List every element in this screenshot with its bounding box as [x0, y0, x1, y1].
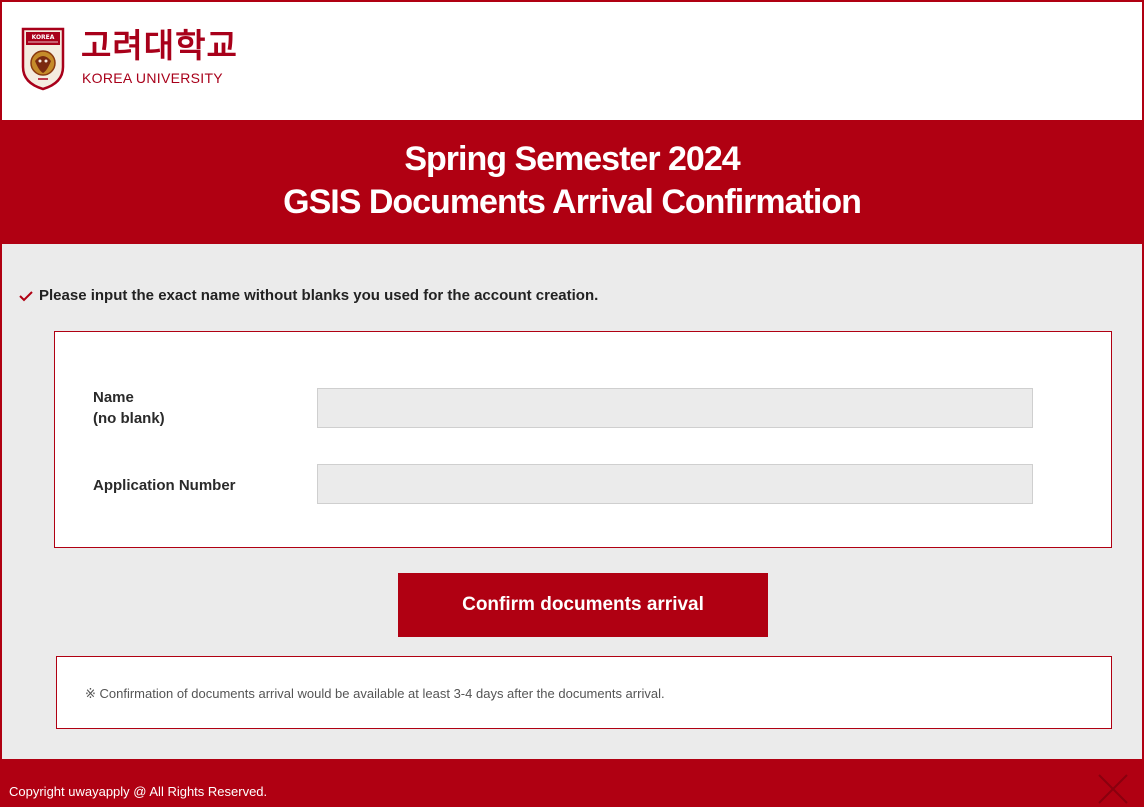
name-label-line2: (no blank) — [93, 410, 165, 427]
note-text: ※ Confirmation of documents arrival woul… — [85, 686, 665, 701]
instruction-text: Please input the exact name without blan… — [39, 287, 599, 304]
name-input[interactable] — [317, 388, 1033, 428]
copyright-text: Copyright uwayapply @ All Rights Reserve… — [9, 784, 268, 799]
title-banner: Spring Semester 2024 GSIS Documents Arri… — [2, 120, 1142, 244]
name-label-line1: Name — [93, 389, 134, 406]
confirmation-form: Name (no blank) Application Number — [54, 331, 1112, 548]
popup-frame: KOREA 고려대학교 KOREA UNIVERSITY Spring Seme… — [0, 0, 1144, 807]
application-number-label: Application Number — [93, 477, 236, 494]
instruction-notice: Please input the exact name without blan… — [19, 286, 598, 308]
logo-header: KOREA 고려대학교 KOREA UNIVERSITY — [2, 2, 1142, 120]
page-title-line2: GSIS Documents Arrival Confirmation — [283, 183, 862, 221]
check-icon — [19, 288, 33, 308]
crest-logo-icon: KOREA — [21, 27, 65, 91]
svg-text:KOREA: KOREA — [32, 34, 55, 41]
logo-english-text: KOREA UNIVERSITY — [82, 70, 223, 86]
footer: Copyright uwayapply @ All Rights Reserve… — [2, 759, 1142, 807]
name-label: Name (no blank) — [93, 387, 165, 429]
application-number-input[interactable] — [317, 464, 1033, 504]
confirm-documents-button[interactable]: Confirm documents arrival — [398, 573, 768, 637]
note-box: ※ Confirmation of documents arrival woul… — [56, 656, 1112, 729]
logo-korean-text: 고려대학교 — [81, 27, 238, 64]
page-title-line1: Spring Semester 2024 — [404, 140, 740, 178]
close-icon[interactable] — [1095, 771, 1131, 807]
